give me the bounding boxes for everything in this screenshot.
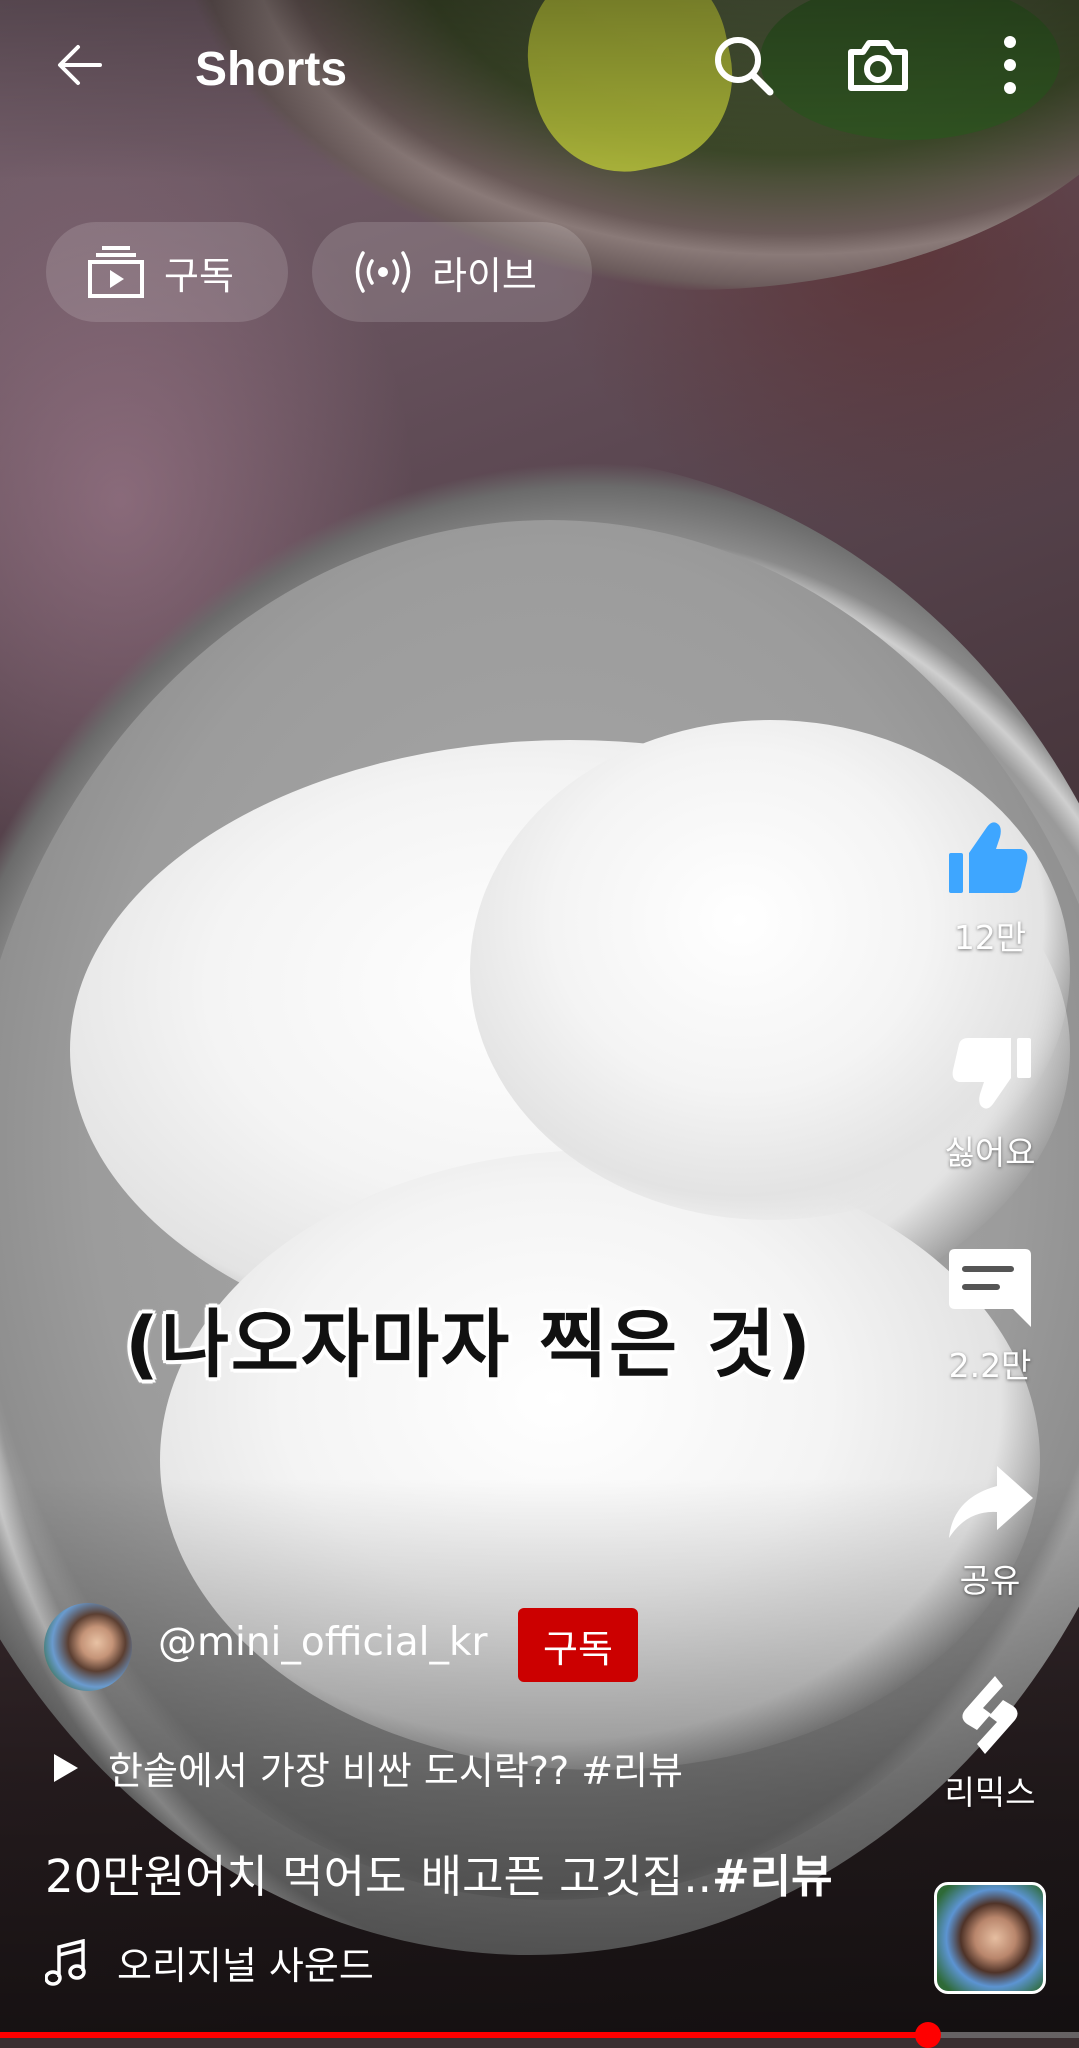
share-icon [949,1466,1033,1538]
remix-button[interactable]: 리믹스 [930,1670,1050,1814]
live-icon [355,251,411,293]
sound-thumbnail[interactable] [934,1882,1046,1994]
thumb-up-icon [949,822,1028,893]
video-title-hashtag[interactable]: #리뷰 [712,1850,833,1903]
camera-icon[interactable] [843,30,913,100]
comment-icon [949,1249,1031,1327]
search-icon[interactable] [708,30,778,100]
arrow-left-icon[interactable] [50,35,110,95]
comment-count: 2.2만 [948,1346,1032,1385]
remix-icon [962,1676,1018,1754]
chip-live[interactable]: 라이브 [312,222,592,322]
sound-label: 오리지널 사운드 [117,1944,374,1988]
subscriptions-icon [88,246,144,298]
top-bar: Shorts [0,0,1079,140]
sound-link[interactable]: 오리지널 사운드 [45,1935,374,1990]
subscribe-button[interactable]: 구독 [518,1608,638,1682]
video-title-text: 20만원어치 먹어도 배고픈 고깃집.. [45,1850,712,1903]
share-label: 공유 [959,1561,1021,1600]
music-note-icon [45,1938,86,1986]
play-icon [54,1753,78,1782]
like-button[interactable]: 12만 [930,815,1050,959]
like-count: 12만 [953,918,1027,957]
video-caption-overlay: (나오자마자 찍은 것) [125,1302,813,1388]
channel-handle[interactable]: @mini_official_kr [158,1620,488,1665]
progress-scrubber[interactable] [914,2022,941,2048]
remix-label: 리믹스 [944,1773,1036,1812]
page-title: Shorts [195,43,348,96]
channel-avatar[interactable] [44,1603,132,1691]
chip-subscriptions[interactable]: 구독 [46,222,288,322]
related-video-link[interactable]: 한솥에서 가장 비싼 도시락?? #리뷰 [50,1740,683,1795]
comments-button[interactable]: 2.2만 [930,1243,1050,1387]
video-progress-bar[interactable] [0,2022,1079,2048]
more-vertical-icon[interactable] [975,30,1045,100]
share-button[interactable]: 공유 [930,1458,1050,1602]
dislike-label: 싫어요 [944,1133,1036,1172]
video-title[interactable]: 20만원어치 먹어도 배고픈 고깃집..#리뷰 [45,1840,833,1905]
dislike-button[interactable]: 싫어요 [930,1030,1050,1174]
chip-label: 구독 [164,253,234,298]
related-video-title: 한솥에서 가장 비싼 도시락?? #리뷰 [108,1749,683,1793]
progress-fill [0,2032,928,2038]
thumb-down-icon [952,1038,1031,1109]
chip-label: 라이브 [432,253,537,298]
